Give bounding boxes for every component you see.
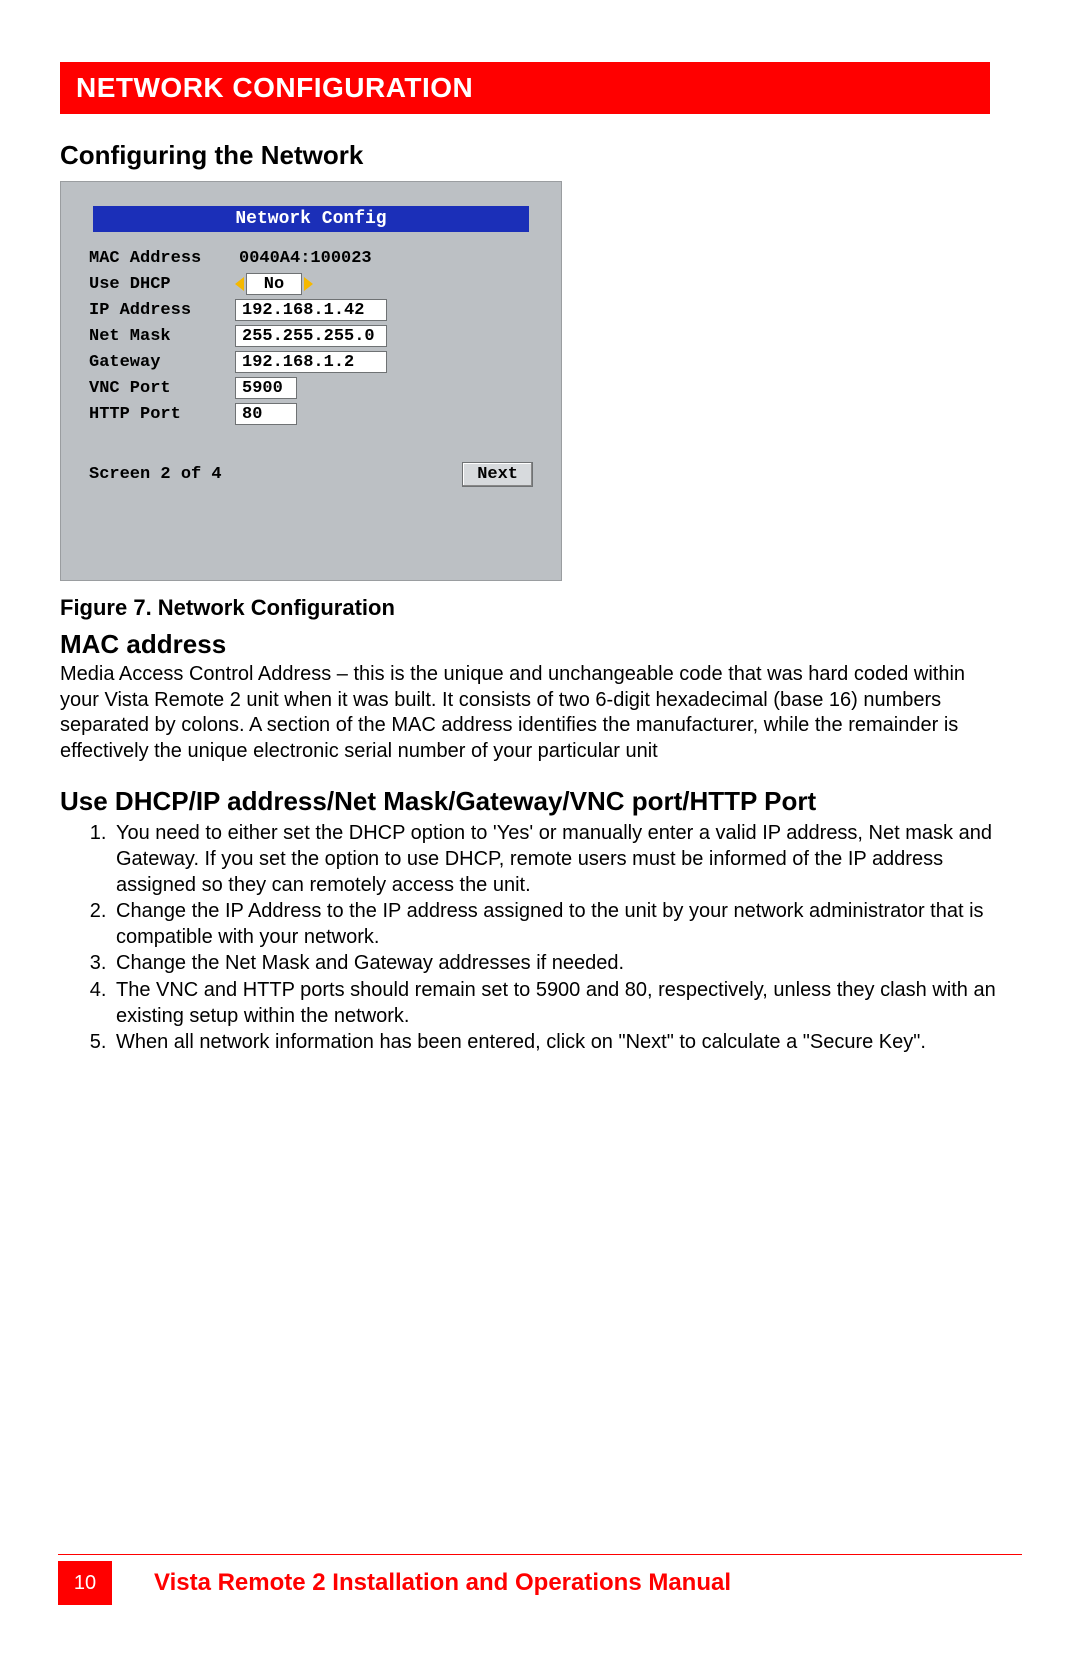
label-gateway: Gateway [89, 353, 235, 372]
label-dhcp: Use DHCP [89, 275, 235, 294]
arrow-left-icon[interactable] [235, 277, 244, 291]
heading-configuring: Configuring the Network [60, 140, 1020, 171]
figure-caption: Figure 7. Network Configuration [60, 595, 1020, 621]
value-dhcp[interactable]: No [246, 273, 302, 295]
page-footer: 10 Vista Remote 2 Installation and Opera… [58, 1554, 1022, 1605]
value-ip[interactable]: 192.168.1.42 [235, 299, 387, 321]
section-banner: NETWORK CONFIGURATION [60, 62, 990, 114]
next-button[interactable]: Next [462, 462, 533, 487]
heading-mac: MAC address [60, 629, 1020, 660]
value-gateway[interactable]: 192.168.1.2 [235, 351, 387, 373]
instruction-list: You need to either set the DHCP option t… [112, 821, 1002, 1055]
list-item: You need to either set the DHCP option t… [112, 821, 1002, 898]
row-http: HTTP Port 80 [89, 402, 533, 426]
row-ip: IP Address 192.168.1.42 [89, 298, 533, 322]
value-http[interactable]: 80 [235, 403, 297, 425]
list-item: When all network information has been en… [112, 1030, 1002, 1056]
list-item: Change the Net Mask and Gateway addresse… [112, 951, 1002, 977]
label-mask: Net Mask [89, 327, 235, 346]
row-gateway: Gateway 192.168.1.2 [89, 350, 533, 374]
row-mask: Net Mask 255.255.255.0 [89, 324, 533, 348]
heading-dhcp: Use DHCP/IP address/Net Mask/Gateway/VNC… [60, 786, 1020, 817]
footer-title: Vista Remote 2 Installation and Operatio… [154, 1569, 731, 1597]
label-http: HTTP Port [89, 405, 235, 424]
footer-rule [58, 1554, 1022, 1555]
arrow-right-icon[interactable] [304, 277, 313, 291]
dialog-title: Network Config [93, 206, 529, 232]
label-mac: MAC Address [89, 249, 235, 268]
network-config-screenshot: Network Config MAC Address 0040A4:100023… [60, 181, 562, 581]
label-ip: IP Address [89, 301, 235, 320]
screen-indicator: Screen 2 of 4 [89, 465, 222, 484]
value-mac: 0040A4:100023 [239, 249, 372, 268]
row-mac: MAC Address 0040A4:100023 [89, 246, 533, 270]
paragraph-mac: Media Access Control Address – this is t… [60, 662, 1000, 764]
value-mask[interactable]: 255.255.255.0 [235, 325, 387, 347]
page-number: 10 [58, 1561, 112, 1605]
row-dhcp: Use DHCP No [89, 272, 533, 296]
value-vnc[interactable]: 5900 [235, 377, 297, 399]
list-item: The VNC and HTTP ports should remain set… [112, 978, 1002, 1029]
list-item: Change the IP Address to the IP address … [112, 899, 1002, 950]
row-vnc: VNC Port 5900 [89, 376, 533, 400]
label-vnc: VNC Port [89, 379, 235, 398]
